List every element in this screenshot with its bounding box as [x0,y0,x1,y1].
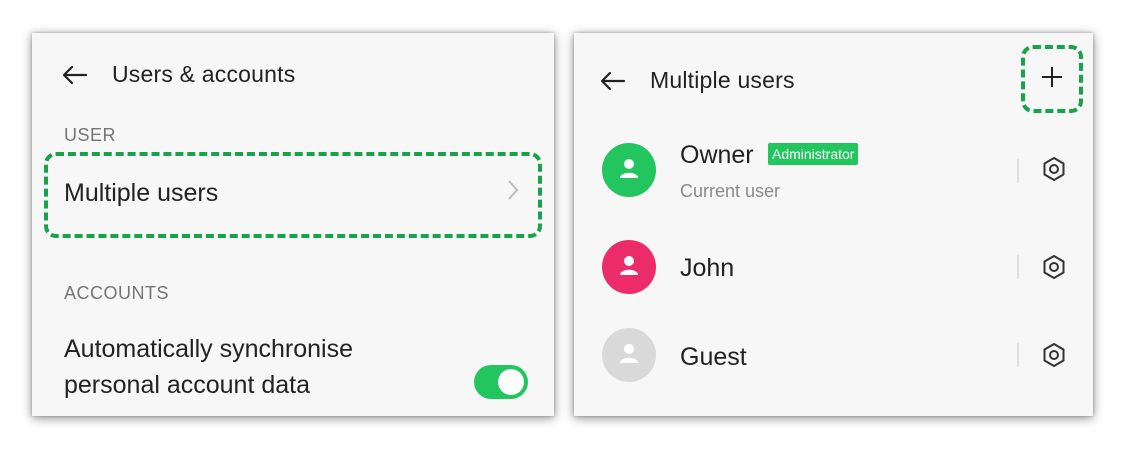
sync-row: Automatically synchronise personal accou… [32,333,554,416]
user-name: John [680,254,735,282]
header: Users & accounts [62,61,295,88]
multiple-users-label: Multiple users [64,179,219,207]
person-icon [617,253,641,282]
avatar [602,328,656,382]
avatar [602,240,656,294]
back-arrow-icon[interactable] [62,64,90,86]
user-row-owner[interactable]: Owner Administrator Current user [574,133,1093,213]
add-user-button[interactable] [1025,49,1079,109]
user-row-guest[interactable]: Guest [574,323,1093,393]
person-icon [617,156,641,185]
sync-toggle[interactable] [474,365,528,399]
person-icon [617,341,641,370]
gear-icon[interactable] [1040,341,1068,369]
section-label-user: USER [64,125,117,145]
sync-label-line1: Automatically synchronise [64,335,354,363]
divider [1017,255,1019,279]
divider [1017,159,1019,183]
avatar [602,143,656,197]
header: Multiple users [600,67,795,94]
multiple-users-screen: Multiple users Owner Administrator Curre… [574,33,1093,416]
page-title: Multiple users [650,67,795,93]
divider [1017,343,1019,367]
gear-icon[interactable] [1040,253,1068,281]
user-subtitle: Current user [680,181,781,201]
toggle-knob [498,369,524,395]
multiple-users-row[interactable]: Multiple users [46,155,540,235]
chevron-right-icon [506,177,520,210]
users-accounts-screen: Users & accounts USER Multiple users ACC… [32,33,554,416]
user-name: Owner [680,141,754,169]
plus-icon [1040,65,1064,94]
section-label-accounts: ACCOUNTS [64,283,170,303]
page-title: Users & accounts [112,61,296,87]
user-row-john[interactable]: John [574,233,1093,303]
user-name: Guest [680,343,747,371]
sync-label-line2: personal account data [64,371,311,399]
gear-icon[interactable] [1040,155,1068,183]
back-arrow-icon[interactable] [600,70,628,92]
administrator-badge: Administrator [768,143,859,165]
